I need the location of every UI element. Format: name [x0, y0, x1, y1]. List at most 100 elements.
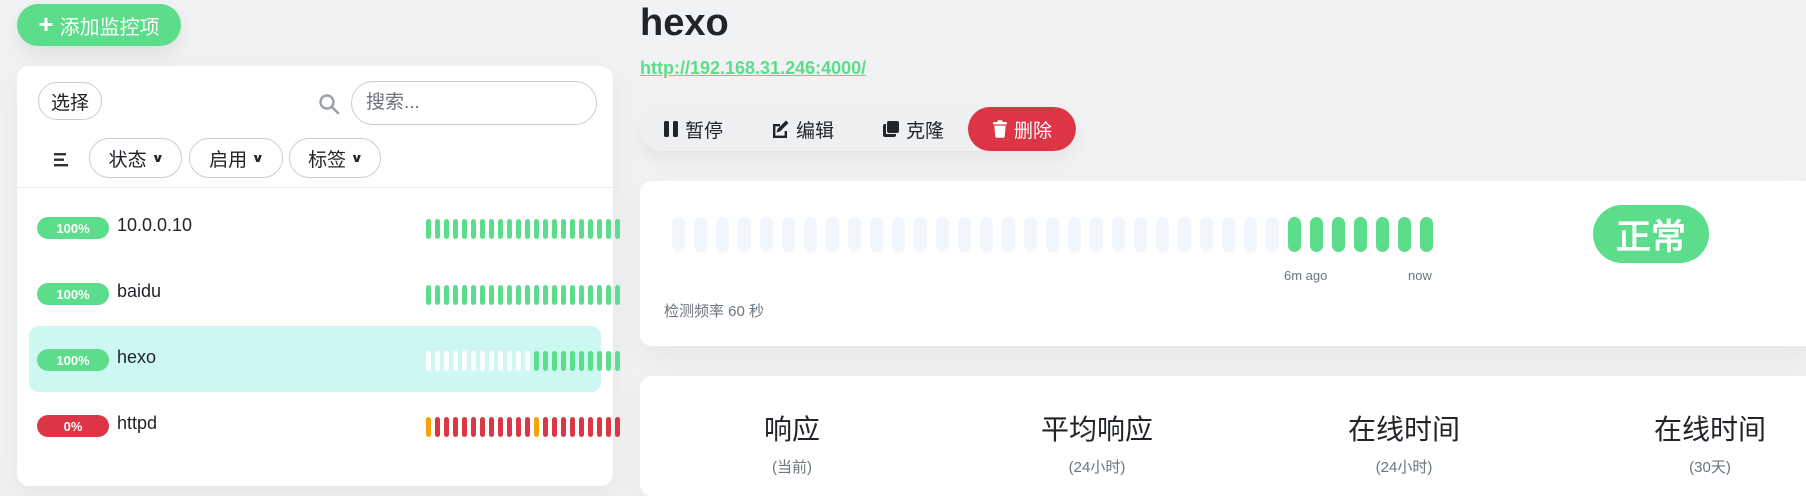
- divider: [17, 187, 613, 188]
- clone-button[interactable]: 克隆: [858, 107, 968, 151]
- heartbeat-tick: [507, 219, 512, 239]
- heartbeat-tick: [426, 285, 431, 305]
- stat-label: 响应: [763, 414, 820, 445]
- heartbeat-tick: [570, 219, 575, 239]
- select-label: 选择: [50, 92, 89, 114]
- clone-icon: [882, 121, 899, 137]
- add-monitor-button[interactable]: + 添加监控项: [17, 4, 181, 46]
- uptime-badge: 100%: [37, 283, 109, 305]
- heartbeat-tick: [435, 351, 440, 371]
- heartbeat-tick: [552, 351, 557, 371]
- heartbeat-tick: [525, 351, 530, 371]
- stats-card: 响应 (当前) 平均响应 (24小时) 在线时间 (24小时) 在线时间 (30…: [640, 376, 1806, 496]
- heartbeat-tick: [543, 417, 548, 437]
- heartbeat-tick: [552, 285, 557, 305]
- mini-heartbeat-bar: [426, 285, 620, 305]
- heartbeat-tick: [597, 351, 602, 371]
- heartbeat-tick: [1398, 217, 1411, 252]
- filter-tags-dropdown[interactable]: 标签 ∨: [289, 138, 381, 178]
- heartbeat-tick: [1310, 217, 1323, 252]
- heartbeat-tick: [426, 417, 431, 437]
- heartbeat-tick: [760, 217, 773, 252]
- heartbeat-tick: [738, 217, 751, 252]
- heartbeat-tick: [1002, 217, 1015, 252]
- heartbeat-start-label: 6m ago: [1284, 268, 1328, 283]
- monitor-name: hexo: [117, 347, 157, 367]
- filter-tags-label: 标签: [308, 149, 347, 171]
- sidebar: + 添加监控项 选择 状态 ∨ 启用 ∨ 标签 ∨: [0, 0, 620, 486]
- search-input[interactable]: [351, 81, 597, 125]
- monitor-url-link[interactable]: http://192.168.31.246:4000/: [640, 58, 866, 79]
- filter-active-dropdown[interactable]: 启用 ∨: [189, 138, 283, 178]
- status-badge: 正常: [1593, 205, 1709, 263]
- monitor-item[interactable]: 100% hexo: [29, 326, 620, 392]
- heartbeat-tick: [525, 219, 530, 239]
- heartbeat-tick: [694, 217, 707, 252]
- stat-sublabel: (30天): [1689, 459, 1731, 476]
- heartbeat-tick: [453, 417, 458, 437]
- stat-sublabel: (当前): [772, 459, 812, 476]
- heartbeat-tick: [480, 417, 485, 437]
- heartbeat-tick: [552, 417, 557, 437]
- heartbeat-tick: [543, 219, 548, 239]
- edit-button[interactable]: 编辑: [746, 107, 858, 151]
- heartbeat-tick: [444, 285, 449, 305]
- heartbeat-tick: [782, 217, 795, 252]
- heartbeat-tick: [534, 417, 539, 437]
- mini-heartbeat-bar: [426, 351, 620, 371]
- heartbeat-tick: [561, 351, 566, 371]
- monitor-list-panel: 选择 状态 ∨ 启用 ∨ 标签 ∨ 100% 10.0.0.1: [17, 66, 620, 486]
- monitor-item[interactable]: 100% 10.0.0.10: [29, 194, 620, 260]
- heartbeat-tick: [489, 351, 494, 371]
- heartbeat-tick: [471, 285, 476, 305]
- heartbeat-tick: [516, 351, 521, 371]
- heartbeat-tick: [579, 219, 584, 239]
- heartbeat-tick: [1112, 217, 1125, 252]
- monitor-name: baidu: [117, 281, 162, 301]
- pause-button[interactable]: 暂停: [640, 107, 746, 151]
- pause-label: 暂停: [684, 120, 723, 142]
- mini-heartbeat-bar: [426, 219, 620, 239]
- monitor-item[interactable]: 0% httpd: [29, 392, 620, 458]
- heartbeat-tick: [804, 217, 817, 252]
- filter-status-label: 状态: [108, 149, 147, 171]
- heartbeat-tick: [606, 219, 611, 239]
- heartbeat-tick: [1266, 217, 1279, 252]
- heartbeat-tick: [1068, 217, 1081, 252]
- heartbeat-tick: [1376, 217, 1389, 252]
- heartbeat-tick: [444, 351, 449, 371]
- heartbeat-tick: [570, 417, 575, 437]
- add-monitor-label: 添加监控项: [59, 16, 160, 39]
- heartbeat-tick: [471, 351, 476, 371]
- stat-label: 平均响应: [1040, 414, 1153, 445]
- monitor-name: httpd: [117, 413, 158, 433]
- edit-icon: [772, 120, 789, 138]
- heartbeat-tick: [1354, 217, 1367, 252]
- monitor-name: 10.0.0.10: [117, 215, 193, 235]
- heartbeat-tick: [606, 351, 611, 371]
- heartbeat-tick: [516, 417, 521, 437]
- check-interval-text: 检测频率 60 秒: [664, 303, 765, 320]
- page-title: hexo: [640, 2, 729, 44]
- monitor-item[interactable]: 100% baidu: [29, 260, 620, 326]
- heartbeat-tick: [1134, 217, 1147, 252]
- filter-lines-icon[interactable]: [51, 150, 73, 170]
- heartbeat-tick: [561, 285, 566, 305]
- filter-status-dropdown[interactable]: 状态 ∨: [89, 138, 182, 178]
- uptime-badge: 100%: [37, 349, 109, 371]
- monitor-detail: hexo http://192.168.31.246:4000/ 暂停 编辑 克…: [640, 0, 1806, 496]
- delete-button[interactable]: 删除: [968, 107, 1076, 151]
- heartbeat-tick: [444, 219, 449, 239]
- heartbeat-tick: [462, 285, 467, 305]
- heartbeat-tick: [498, 417, 503, 437]
- heartbeat-tick: [892, 217, 905, 252]
- heartbeat-tick: [606, 417, 611, 437]
- heartbeat-tick: [615, 219, 620, 239]
- heartbeat-tick: [848, 217, 861, 252]
- stat-label: 在线时间: [1347, 414, 1460, 445]
- select-button[interactable]: 选择: [38, 82, 102, 120]
- heartbeat-tick: [1090, 217, 1103, 252]
- heartbeat-tick: [435, 285, 440, 305]
- heartbeat-tick: [489, 219, 494, 239]
- heartbeat-tick: [435, 219, 440, 239]
